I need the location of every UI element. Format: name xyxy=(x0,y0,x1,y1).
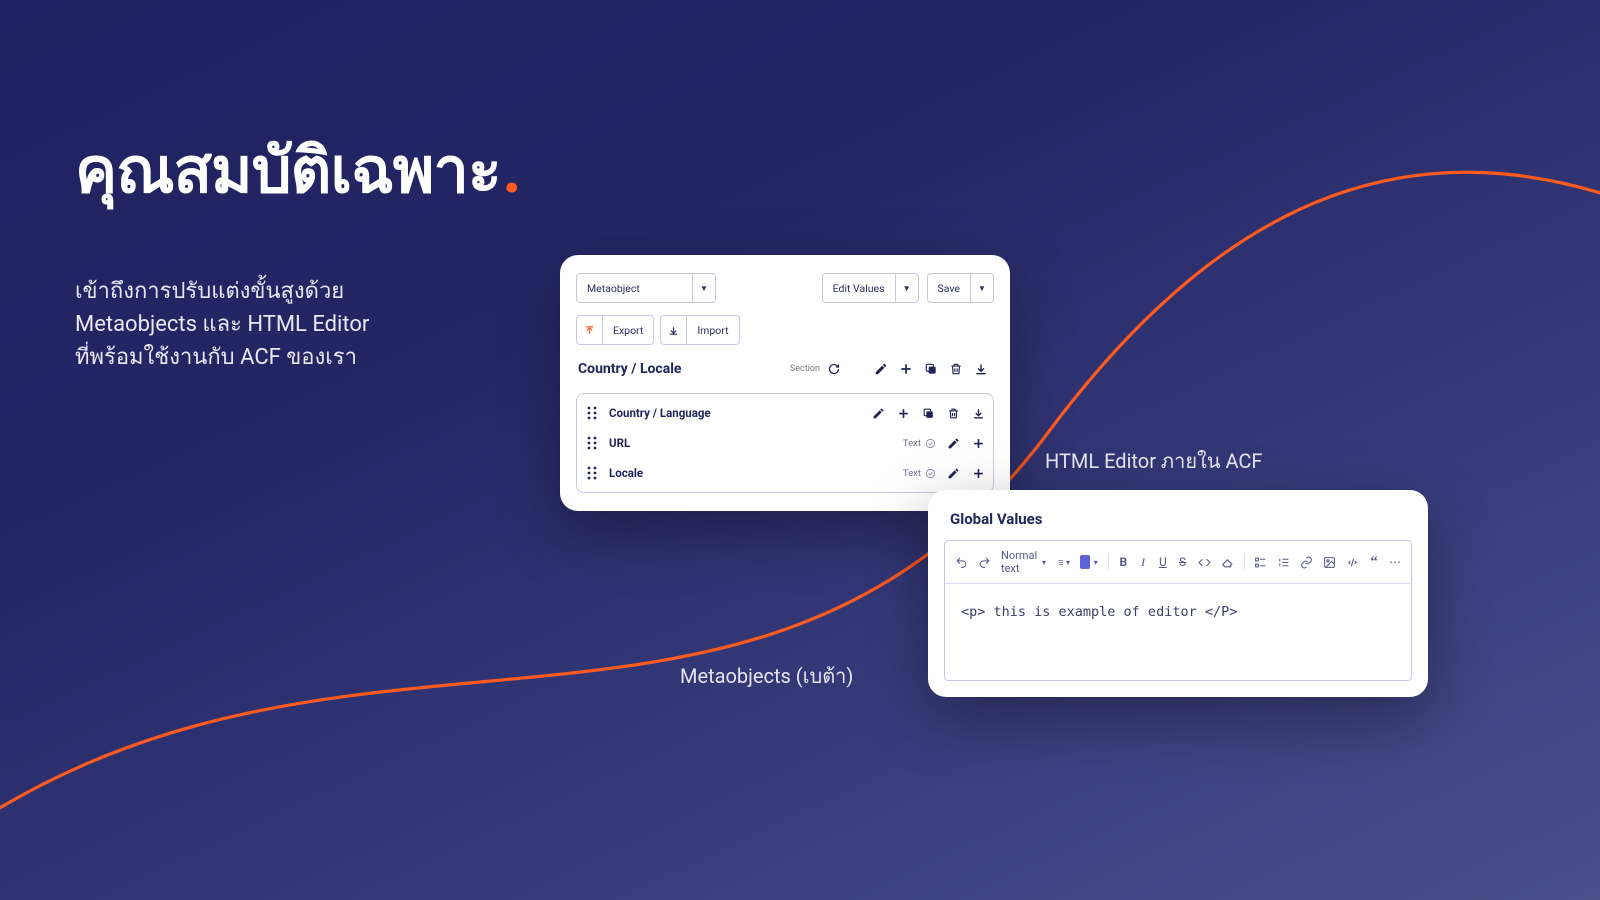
bold-icon[interactable]: B xyxy=(1118,555,1128,569)
field-name: Locale xyxy=(609,466,893,480)
section-header: Country / Locale Section xyxy=(560,357,1010,387)
page-title: คุณสมบัติเฉพาะ. xyxy=(75,120,520,220)
save-button[interactable]: Save ▼ xyxy=(927,273,994,303)
edit-icon[interactable] xyxy=(946,466,960,480)
italic-icon[interactable]: I xyxy=(1138,555,1148,569)
format-select[interactable]: Normal text▾ xyxy=(1001,549,1046,575)
field-name: Country / Language xyxy=(609,406,861,420)
field-row: Country / Language xyxy=(577,398,993,428)
quote-icon[interactable]: “ xyxy=(1369,555,1379,569)
edit-values-label: Edit Values xyxy=(823,274,895,302)
section-actions xyxy=(874,362,988,376)
metaobject-select[interactable]: Metaobject ▼ xyxy=(576,273,716,303)
fields-container: Country / Language URL Text xyxy=(576,393,994,493)
edit-icon[interactable] xyxy=(874,362,888,376)
eraser-icon[interactable] xyxy=(1221,555,1234,569)
drag-handle-icon[interactable] xyxy=(585,436,599,450)
import-button[interactable]: Import xyxy=(660,315,739,345)
trash-icon[interactable] xyxy=(949,362,963,376)
edit-icon[interactable] xyxy=(871,406,885,420)
edit-icon[interactable] xyxy=(946,436,960,450)
link-icon[interactable] xyxy=(1300,555,1313,569)
copy-icon[interactable] xyxy=(924,362,938,376)
plus-icon[interactable] xyxy=(971,466,985,480)
section-title: Country / Locale xyxy=(578,361,782,377)
more-icon[interactable]: ⋯ xyxy=(1389,555,1401,569)
download-icon xyxy=(661,325,686,336)
field-row: URL Text xyxy=(577,428,993,458)
plus-icon[interactable] xyxy=(896,406,910,420)
metaobjects-panel: Metaobject ▼ Edit Values ▼ Save ▼ Export xyxy=(560,255,1010,511)
editor-toolbar: Normal text▾ ▾ ▾ B I U S “ ⋯ xyxy=(945,541,1411,584)
desc-line-1: เข้าถึงการปรับแต่งขั้นสูงด้วย xyxy=(75,275,369,308)
desc-line-2: Metaobjects และ HTML Editor xyxy=(75,308,369,341)
field-actions xyxy=(946,436,985,450)
chevron-down-icon: ▾ xyxy=(1094,558,1098,567)
download-icon[interactable] xyxy=(971,406,985,420)
chevron-down-icon: ▾ xyxy=(1042,558,1046,567)
field-type: Text xyxy=(903,438,936,449)
underline-icon[interactable]: U xyxy=(1158,555,1168,569)
text-color-swatch[interactable] xyxy=(1080,555,1090,569)
trash-icon[interactable] xyxy=(946,406,960,420)
image-icon[interactable] xyxy=(1323,555,1336,569)
code-block-icon[interactable] xyxy=(1346,555,1359,569)
metaobject-select-label: Metaobject xyxy=(577,274,692,302)
check-circle-icon xyxy=(925,438,936,449)
download-icon[interactable] xyxy=(974,362,988,376)
undo-icon[interactable] xyxy=(955,555,968,569)
field-actions xyxy=(871,406,985,420)
title-text: คุณสมบัติเฉพาะ xyxy=(75,120,501,220)
editor-title: Global Values xyxy=(928,506,1428,540)
export-label: Export xyxy=(602,316,653,344)
export-button[interactable]: Export xyxy=(576,315,654,345)
field-name: URL xyxy=(609,436,893,450)
chevron-down-icon: ▼ xyxy=(692,274,715,302)
upload-icon xyxy=(577,325,602,336)
ordered-list-icon[interactable] xyxy=(1277,555,1290,569)
drag-handle-icon[interactable] xyxy=(585,466,599,480)
chevron-down-icon: ▼ xyxy=(970,274,993,302)
chevron-down-icon: ▼ xyxy=(895,274,918,302)
desc-line-3: ที่พร้อมใช้งานกับ ACF ของเรา xyxy=(75,341,369,374)
section-subtitle: Section xyxy=(790,364,820,374)
copy-icon[interactable] xyxy=(921,406,935,420)
field-actions xyxy=(946,466,985,480)
title-dot: . xyxy=(503,135,521,208)
plus-icon[interactable] xyxy=(899,362,913,376)
import-label: Import xyxy=(686,316,738,344)
checklist-icon[interactable] xyxy=(1254,555,1267,569)
strikethrough-icon[interactable]: S xyxy=(1178,555,1188,569)
plus-icon[interactable] xyxy=(971,436,985,450)
redo-icon[interactable] xyxy=(978,555,991,569)
check-circle-icon xyxy=(925,468,936,479)
refresh-icon[interactable] xyxy=(828,363,840,375)
editor-content[interactable]: <p> this is example of editor </P> xyxy=(945,584,1411,680)
editor-caption: HTML Editor ภายใน ACF xyxy=(1045,445,1262,477)
html-editor-panel: Global Values Normal text▾ ▾ ▾ B I U S xyxy=(928,490,1428,697)
list-icon[interactable]: ▾ xyxy=(1056,555,1070,569)
metaobjects-caption: Metaobjects (เบต้า) xyxy=(680,660,853,692)
drag-handle-icon[interactable] xyxy=(585,406,599,420)
page-title-block: คุณสมบัติเฉพาะ. xyxy=(75,120,520,220)
save-label: Save xyxy=(928,274,970,302)
code-icon[interactable] xyxy=(1198,555,1211,569)
editor-box: Normal text▾ ▾ ▾ B I U S “ ⋯ <p> this is… xyxy=(944,540,1412,681)
page-description: เข้าถึงการปรับแต่งขั้นสูงด้วย Metaobject… xyxy=(75,275,369,374)
edit-values-button[interactable]: Edit Values ▼ xyxy=(822,273,919,303)
field-row: Locale Text xyxy=(577,458,993,488)
field-type: Text xyxy=(903,468,936,479)
